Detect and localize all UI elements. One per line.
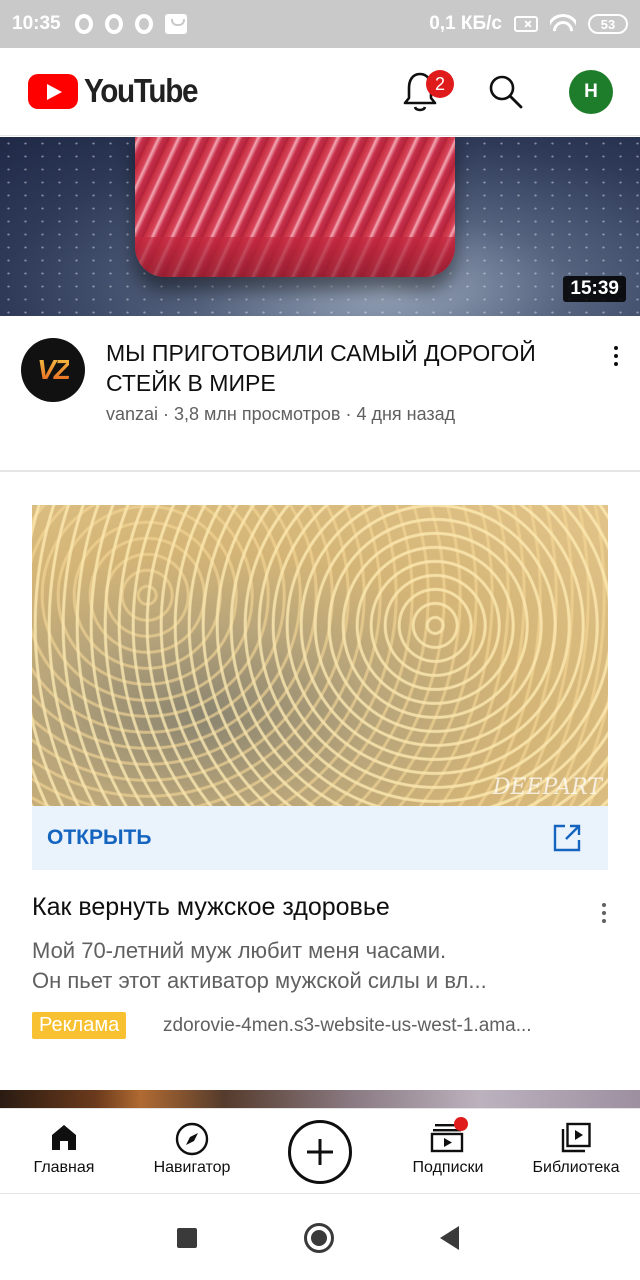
image-watermark: DEEPART [492,775,602,800]
logo-text: YouTube [84,72,199,109]
external-link-icon [553,824,581,852]
ad-url: zdorovie-4men.s3-website-us-west-1.ama..… [163,1015,532,1036]
no-sim-icon [514,16,538,32]
ad-desc-line: Он пьет этот активатор мужской силы и вл… [32,968,487,993]
video-title[interactable]: МЫ ПРИГОТОВИЛИ САМЫЙ ДОРОГОЙ СТЕЙК В МИР… [106,338,586,398]
ad-open-button[interactable]: ОТКРЫТЬ [32,806,608,870]
steak-image [135,137,455,277]
bottom-nav: Главная Навигатор Подписки Библиотека [0,1108,640,1194]
nav-library[interactable]: Библиотека [524,1109,628,1195]
new-content-dot [454,1117,468,1131]
nav-library-label: Библиотека [532,1159,620,1176]
notification-badge: 2 [426,70,454,98]
opera-icon [134,14,153,34]
channel-logo: VZ [37,354,71,385]
nav-home[interactable]: Главная [24,1109,104,1195]
ad-desc-line: Мой 70-летний муж любит меня часами. [32,938,447,963]
nav-explore[interactable]: Навигатор [142,1109,242,1195]
youtube-play-icon [28,73,78,109]
home-icon [52,1125,76,1150]
ad-image[interactable]: DEEPART [32,505,608,806]
status-bar: 10:35 0,1 КБ/с 53 [0,0,640,48]
more-vert-icon[interactable] [604,341,628,371]
shopping-bag-icon [164,14,187,34]
video-thumbnail[interactable]: 15:39 [0,137,640,316]
youtube-logo[interactable]: YouTube [28,72,210,110]
library-icon [561,1122,591,1153]
back-icon[interactable] [440,1226,459,1250]
channel-avatar[interactable]: VZ [21,338,85,402]
recents-icon[interactable] [177,1228,197,1248]
more-vert-icon[interactable] [592,898,616,928]
home-system-icon[interactable] [304,1223,334,1253]
add-icon[interactable] [288,1120,352,1184]
status-time: 10:35 [12,13,61,34]
video-info: VZ МЫ ПРИГОТОВИЛИ САМЫЙ ДОРОГОЙ СТЕЙК В … [0,316,640,472]
network-speed: 0,1 КБ/с [429,13,502,34]
search-icon[interactable] [486,72,526,112]
next-video-thumbnail[interactable] [0,1090,640,1110]
system-nav-bar [0,1195,640,1280]
ad-badge: Реклама [32,1012,127,1039]
opera-icon [74,14,93,34]
account-avatar[interactable]: H [569,70,613,114]
opera-icon [104,14,123,34]
nav-home-label: Главная [33,1159,95,1176]
nav-subscriptions-label: Подписки [412,1159,484,1176]
compass-icon [175,1122,209,1156]
ad-open-label: ОТКРЫТЬ [47,826,152,849]
video-meta: vanzai · 3,8 млн просмотров · 4 дня наза… [106,404,456,424]
app-header: YouTube 2 H [0,48,640,136]
ad-title[interactable]: Как вернуть мужское здоровье [32,893,390,922]
ad-description: Мой 70-летний муж любит меня часами. Он … [32,936,572,996]
battery-icon: 53 [588,14,628,34]
nav-subscriptions[interactable]: Подписки [402,1109,494,1195]
video-duration: 15:39 [563,276,626,302]
wifi-icon [550,14,576,34]
nav-explore-label: Навигатор [153,1159,231,1176]
